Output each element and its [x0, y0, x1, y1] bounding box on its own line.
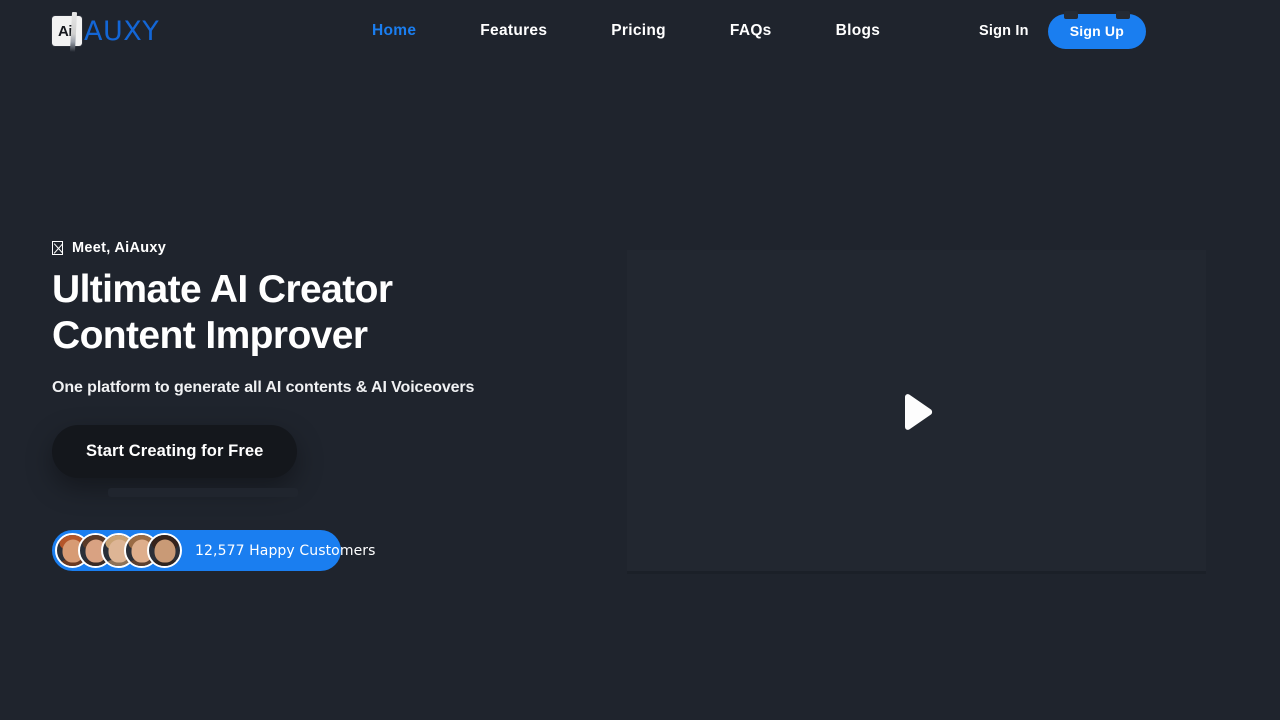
nav-item-blogs[interactable]: Blogs	[804, 22, 913, 40]
sign-up-notch-left	[1063, 10, 1078, 19]
auth-actions: Sign In Sign Up	[979, 0, 1146, 62]
main-navigation: Home Features Pricing FAQs Blogs	[340, 0, 912, 62]
nav-item-home[interactable]: Home	[340, 22, 448, 40]
nav-item-faqs[interactable]: FAQs	[698, 22, 804, 40]
nav-item-pricing[interactable]: Pricing	[579, 22, 698, 40]
page-title: Ultimate AI Creator Content Improver	[52, 267, 612, 359]
sign-up-button-label: Sign Up	[1069, 22, 1124, 39]
logo-wordmark: AUXY	[84, 15, 160, 47]
logo-pen-icon	[69, 11, 78, 53]
hero-video-player[interactable]	[627, 250, 1206, 573]
avatar-face	[154, 539, 175, 563]
sign-up-button[interactable]: Sign Up	[1047, 10, 1146, 49]
missing-glyph-box-icon	[52, 241, 63, 255]
site-header: Ai AUXY Home Features Pricing FAQs Blogs…	[0, 0, 1280, 62]
logo-mark-icon: Ai	[52, 11, 82, 53]
cta-shadow-artifact	[108, 488, 298, 497]
play-triangle-icon[interactable]	[900, 393, 934, 431]
customer-avatar-5	[147, 533, 182, 568]
hero-eyebrow-label: Meet, AiAuxy	[72, 240, 167, 256]
video-bottom-edge	[627, 571, 1206, 574]
hero-eyebrow: Meet, AiAuxy	[52, 240, 612, 256]
customer-avatar-group	[55, 533, 182, 568]
headline-line-2: Content Improver	[52, 314, 368, 358]
headline-line-1: Ultimate AI Creator	[52, 268, 393, 311]
nav-item-features[interactable]: Features	[448, 22, 579, 40]
start-creating-button[interactable]: Start Creating for Free	[52, 425, 298, 479]
sign-in-link[interactable]: Sign In	[979, 23, 1029, 39]
logo[interactable]: Ai AUXY	[52, 10, 160, 53]
happy-customers-count: 12,577 Happy Customers	[195, 542, 376, 559]
sign-up-notch-right	[1116, 10, 1130, 19]
hero-subheading: One platform to generate all AI contents…	[52, 379, 475, 397]
happy-customers-badge[interactable]: 12,577 Happy Customers	[52, 530, 375, 571]
hero-section: Meet, AiAuxy Ultimate AI Creator Content…	[52, 240, 612, 497]
